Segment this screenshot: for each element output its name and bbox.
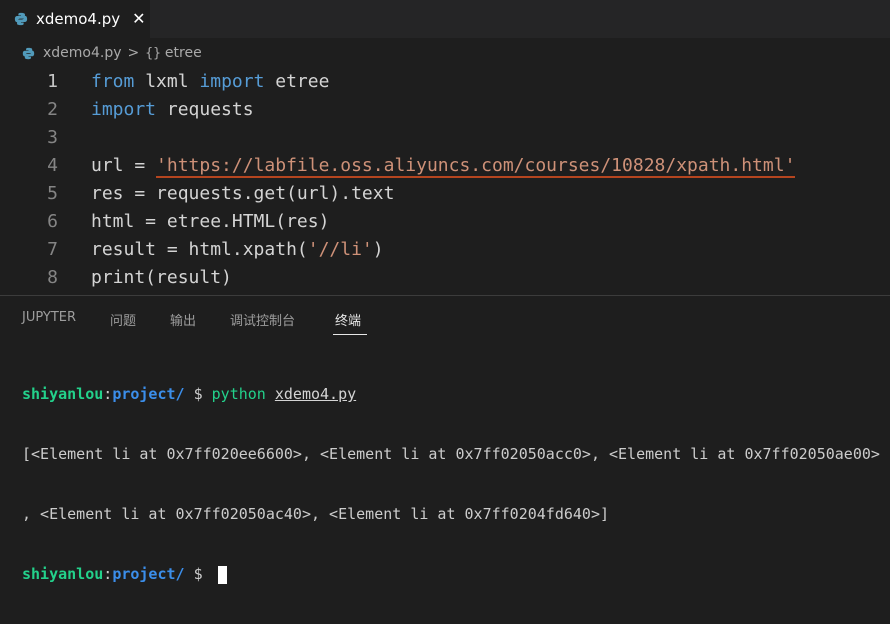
tab-terminal[interactable]: 终端 [335, 310, 361, 329]
line-number: 6 [47, 211, 58, 232]
code-line[interactable]: 5 res = requests.get(url).text [0, 180, 890, 208]
line-number: 8 [47, 267, 58, 288]
code-token: result = html.xpath( [91, 239, 308, 260]
close-icon[interactable]: ✕ [132, 11, 145, 27]
terminal-line: shiyanlou:project/ $ [22, 564, 880, 584]
code-token: requests [156, 99, 254, 120]
terminal-line: shiyanlou:project/ $ python xdemo4.py [22, 384, 880, 404]
code-text: url = 'https://labfile.oss.aliyuncs.com/… [91, 152, 796, 180]
breadcrumb: xdemo4.py > {} etree [0, 38, 890, 68]
python-icon [14, 12, 28, 26]
chevron-right-icon: > [127, 45, 140, 61]
braces-icon: {} [145, 45, 161, 61]
code-editor[interactable]: 1 from lxml import etree 2 import reques… [0, 68, 890, 292]
tab-jupyter[interactable]: JUPYTER [22, 310, 76, 325]
breadcrumb-symbol[interactable]: etree [165, 45, 202, 61]
code-line[interactable]: 7 result = html.xpath('//li') [0, 236, 890, 264]
terminal-output: , <Element li at 0x7ff02050ac40>, <Eleme… [22, 505, 609, 523]
code-token: '//li' [307, 239, 373, 260]
panel-tabs: JUPYTER 问题 输出 调试控制台 终端 [0, 296, 890, 340]
terminal-prompt: $ [184, 385, 212, 403]
tab-label: xdemo4.py [36, 10, 121, 28]
line-number: 2 [47, 99, 58, 120]
terminal-command: python [211, 385, 266, 403]
code-line[interactable]: 8 print(result) [0, 264, 890, 292]
code-text: from lxml import etree [91, 71, 330, 92]
code-text: html = etree.HTML(res) [91, 211, 330, 232]
code-text: print(result) [91, 267, 232, 288]
python-icon [22, 47, 35, 59]
code-text: result = html.xpath('//li') [91, 236, 384, 264]
tab-xdemo4[interactable]: xdemo4.py ✕ [0, 0, 150, 38]
terminal-prompt: $ [184, 565, 212, 583]
active-tab-indicator [333, 334, 367, 335]
url-string[interactable]: 'https://labfile.oss.aliyuncs.com/course… [156, 155, 796, 178]
code-line[interactable]: 1 from lxml import etree [0, 68, 890, 96]
code-text: import requests [91, 96, 254, 124]
terminal-colon: : [103, 565, 113, 583]
code-line[interactable]: 4 url = 'https://labfile.oss.aliyuncs.co… [0, 152, 890, 180]
code-token: from [91, 71, 135, 92]
terminal-user: shiyanlou [22, 565, 104, 583]
terminal-path: project/ [112, 565, 185, 583]
terminal[interactable]: shiyanlou:project/ $ python xdemo4.py [<… [22, 344, 880, 624]
line-number: 7 [47, 239, 58, 260]
code-token: import [199, 71, 265, 92]
editor-tab-bar: xdemo4.py ✕ [0, 0, 890, 38]
line-number: 4 [47, 155, 58, 176]
code-token: url = [91, 155, 157, 176]
breadcrumb-file[interactable]: xdemo4.py [43, 45, 122, 61]
tab-output[interactable]: 输出 [170, 310, 196, 329]
bottom-panel: JUPYTER 问题 输出 调试控制台 终端 shiyanlou:project… [0, 295, 890, 584]
terminal-file-link[interactable]: xdemo4.py [275, 385, 356, 403]
code-token: ) [372, 239, 384, 260]
terminal-user: shiyanlou [22, 385, 104, 403]
line-number: 1 [47, 71, 58, 92]
line-number: 3 [47, 127, 58, 148]
code-text: res = requests.get(url).text [91, 183, 395, 204]
code-line[interactable]: 2 import requests [0, 96, 890, 124]
terminal-path: project/ [112, 385, 185, 403]
terminal-colon: : [103, 385, 113, 403]
terminal-cursor [217, 565, 227, 584]
tab-debug-console[interactable]: 调试控制台 [230, 310, 295, 329]
code-line[interactable]: 3 [0, 124, 890, 152]
line-number: 5 [47, 183, 58, 204]
code-token: import [91, 99, 157, 120]
tab-problems[interactable]: 问题 [110, 310, 136, 329]
code-line[interactable]: 6 html = etree.HTML(res) [0, 208, 890, 236]
terminal-output: [<Element li at 0x7ff020ee6600>, <Elemen… [22, 445, 880, 463]
